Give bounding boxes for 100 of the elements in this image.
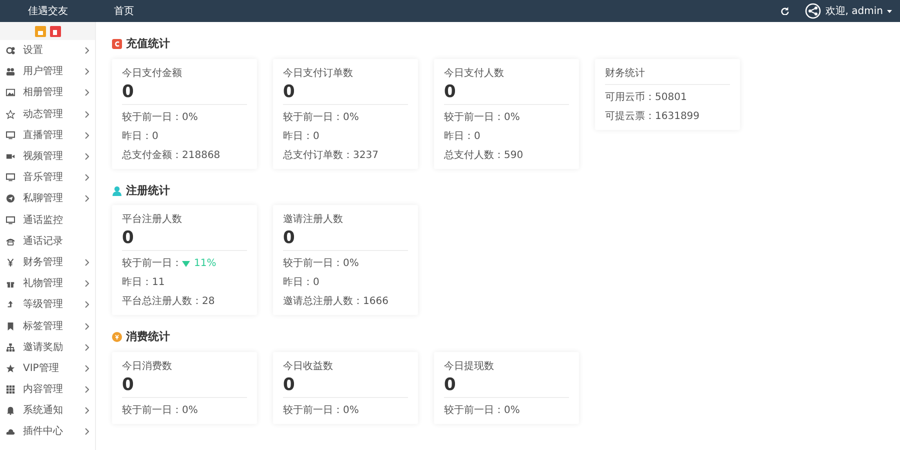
users-icon [6, 67, 15, 76]
sidebar-item[interactable]: VIP管理 [0, 358, 95, 379]
sidebar-item[interactable]: 音乐管理 [0, 167, 95, 188]
compare-label: 较于前一日： [444, 110, 504, 124]
send-circle-icon [6, 194, 15, 204]
compare-label: 较于前一日： [283, 110, 343, 124]
sidebar-item[interactable]: 直播管理 [0, 124, 95, 146]
chevron-right-icon [85, 344, 89, 351]
sidebar-item[interactable]: 通话监控 [0, 210, 95, 231]
yen-icon [6, 258, 15, 267]
card-title: 财务统计 [605, 66, 646, 80]
image-icon [6, 88, 15, 98]
stat-value: 0 [283, 82, 296, 102]
stat-line: 总支付金额：218868 [122, 148, 222, 162]
compare-value: 0% [182, 404, 198, 418]
close-icon [53, 30, 57, 36]
chevron-right-icon [85, 258, 89, 266]
sidebar-item[interactable]: 系统通知 [0, 400, 95, 422]
chevron-right-icon [85, 301, 89, 308]
section-title: 注册统计 [126, 182, 170, 198]
down-triangle-icon [182, 260, 190, 266]
bell-icon [6, 406, 15, 416]
chevron-right-icon [85, 89, 89, 96]
card-title: 今日收益数 [283, 360, 334, 374]
star-icon [6, 364, 15, 373]
card-title: 平台注册人数 [122, 212, 183, 227]
compare-label: 较于前一日： [444, 404, 504, 418]
sidebar-item[interactable]: 插件中心 [0, 421, 95, 443]
home-link[interactable]: 首页 [114, 4, 134, 18]
sidebar-item[interactable]: 通话记录 [0, 230, 95, 252]
chevron-right-icon [85, 47, 89, 54]
sidebar-item[interactable]: 等级管理 [0, 294, 95, 316]
stat-line: 总支付订单数：3237 [283, 148, 380, 162]
sidebar-item[interactable]: 私聊管理 [0, 188, 95, 210]
gift-icon [6, 279, 15, 288]
compare-label: 较于前一日： [283, 256, 343, 271]
user-menu[interactable]: 欢迎, admin [825, 4, 892, 18]
compare-label: 较于前一日： [122, 110, 182, 124]
sidebar-item[interactable]: 视频管理 [0, 146, 95, 168]
sidebar-item[interactable]: 礼物管理 [0, 273, 95, 294]
close-button[interactable] [50, 26, 60, 36]
chevron-right-icon [85, 174, 89, 182]
chevron-right-icon [85, 110, 89, 118]
compare-label: 较于前一日： [122, 404, 182, 418]
section-title: 消费统计 [126, 329, 170, 345]
stat-line: 总支付人数：590 [444, 148, 524, 162]
sitemap-icon [6, 342, 15, 352]
compare-value: 0% [343, 110, 359, 124]
stat-line: 昨日：0 [283, 130, 320, 144]
chevron-right-icon [85, 428, 89, 436]
sidebar-item[interactable]: 相册管理 [0, 82, 95, 104]
stat-value: 0 [283, 374, 296, 394]
card-title: 今日支付订单数 [283, 66, 354, 80]
cloud-icon [6, 427, 15, 436]
sidebar-item[interactable]: 财务管理 [0, 252, 95, 274]
chevron-right-icon [85, 132, 89, 139]
stat-line: 昨日：0 [283, 276, 320, 290]
stat-line: 邀请总注册人数：1666 [283, 294, 390, 309]
stat-line: 可提云票：1631899 [605, 110, 701, 124]
stat-value: 0 [122, 228, 135, 248]
chevron-right-icon [85, 322, 89, 330]
stat-value: 0 [444, 82, 457, 102]
sidebar-item[interactable]: 内容管理 [0, 379, 95, 400]
stat-line: 可用云币：50801 [605, 90, 688, 104]
star-icon [6, 110, 15, 119]
stat-line: 平台总注册人数：28 [122, 294, 216, 309]
compare-value: 0% [504, 404, 520, 418]
brand-title: 佳遇交友 [27, 4, 69, 18]
monitor-icon [6, 173, 15, 182]
stat-value: 0 [122, 374, 135, 394]
compare-value: 0% [343, 404, 359, 418]
card-title: 邀请注册人数 [283, 212, 344, 227]
section-title: 充值统计 [126, 36, 170, 52]
monitor-icon [6, 130, 15, 140]
compare-value: 0% [182, 110, 198, 124]
compare-label: 较于前一日： [122, 256, 182, 271]
caret-icon [887, 10, 892, 12]
compare-value: 0% [504, 110, 520, 124]
compare-value: 11% [194, 257, 216, 271]
sidebar-item[interactable]: 动态管理 [0, 104, 95, 125]
chevron-right-icon [85, 364, 89, 372]
sidebar-item[interactable]: 标签管理 [0, 315, 95, 337]
sidebar-item[interactable]: 邀请奖励 [0, 336, 95, 358]
bookmark-icon [6, 322, 15, 331]
refresh-icon[interactable] [781, 7, 790, 15]
sidebar-item[interactable]: 用户管理 [0, 61, 95, 82]
card-title: 今日支付金额 [122, 66, 183, 80]
arrow-up-icon [6, 300, 15, 310]
sidebar-item[interactable]: 设置 [0, 40, 95, 62]
avatar-icon[interactable] [805, 3, 822, 19]
monitor-icon [6, 216, 15, 225]
card-title: 今日消费数 [122, 360, 173, 374]
card-title: 今日支付人数 [444, 66, 505, 80]
stat-line: 昨日：11 [122, 276, 166, 290]
chevron-right-icon [85, 195, 89, 202]
stat-line: 昨日：0 [444, 130, 482, 144]
stat-line: 昨日：0 [122, 130, 160, 144]
gear-icon [6, 46, 15, 56]
chevron-right-icon [85, 280, 89, 288]
phone-icon [6, 236, 15, 246]
